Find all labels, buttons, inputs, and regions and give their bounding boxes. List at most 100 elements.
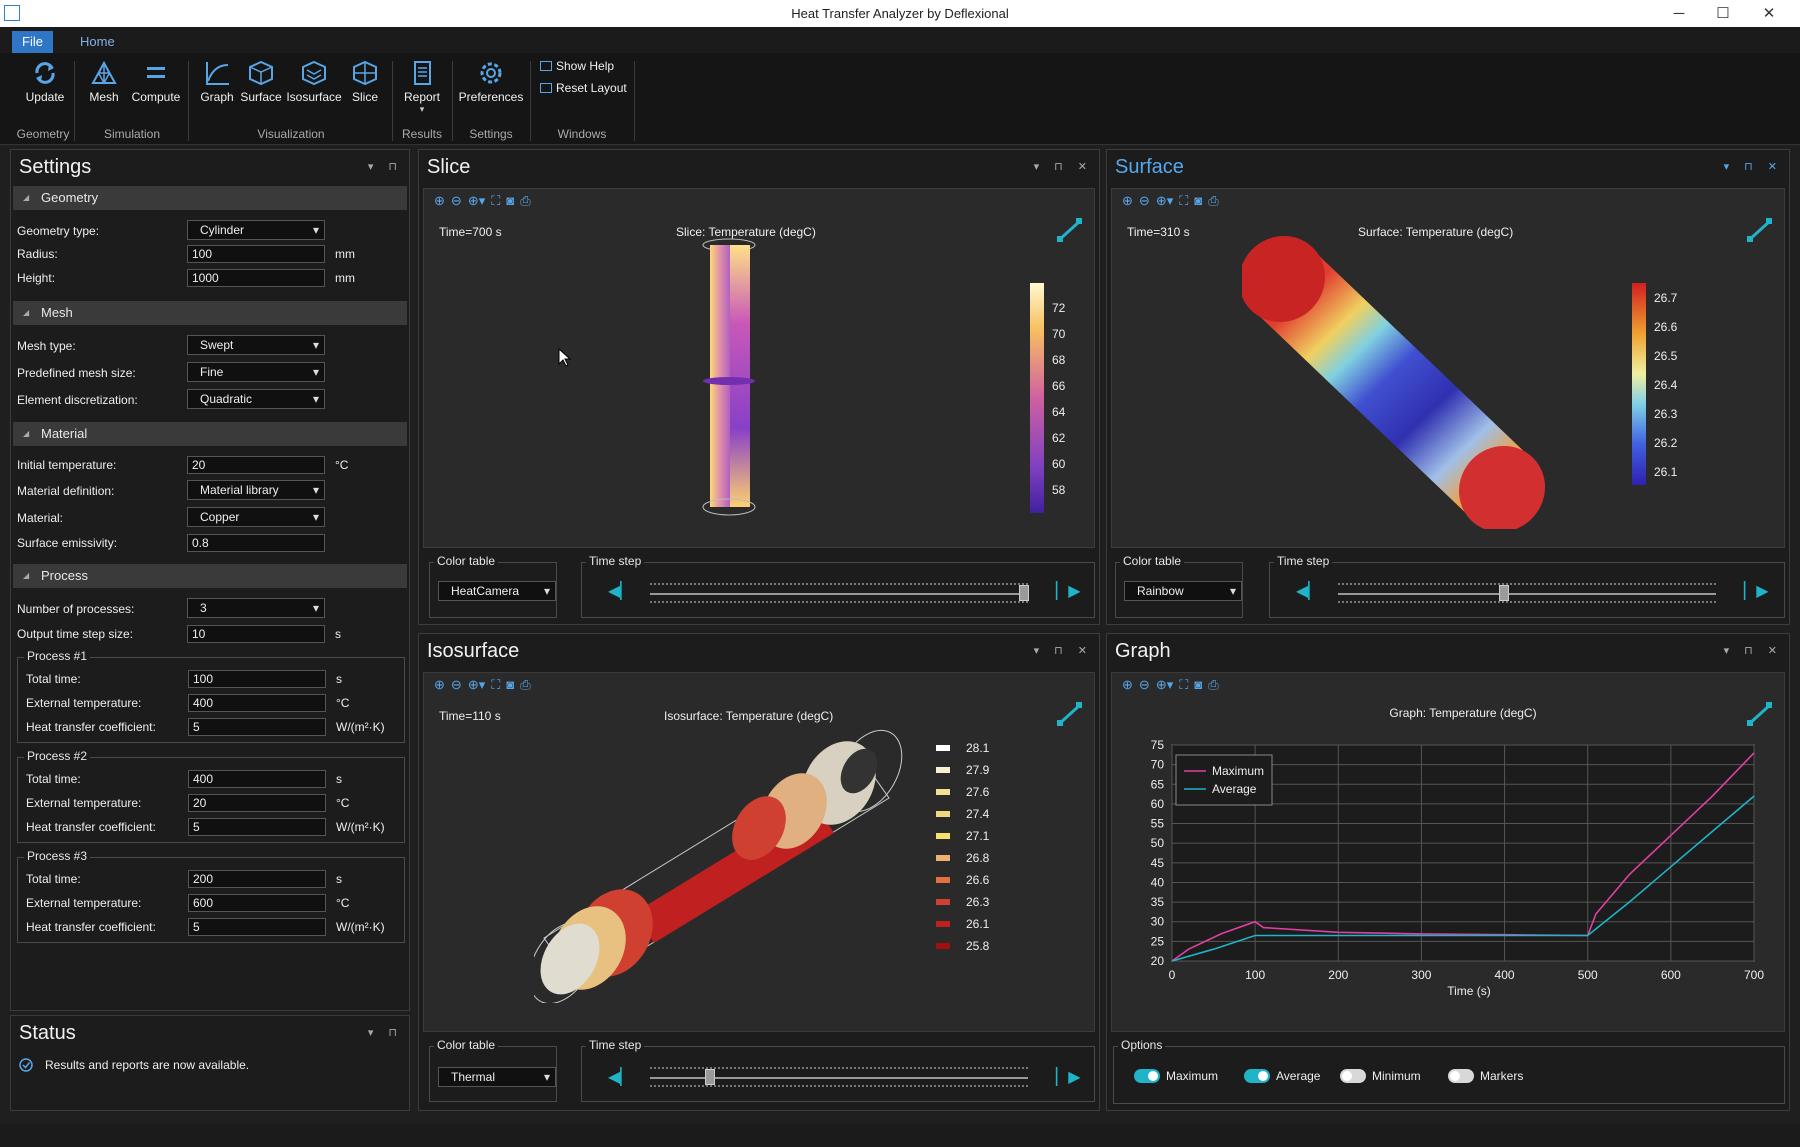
panel-controls[interactable]: ▾ ⊓ ✕ <box>1724 644 1783 657</box>
camera-icon[interactable]: ◙ <box>506 677 514 692</box>
toggle-average[interactable] <box>1244 1069 1270 1083</box>
isosurface-color-table-select[interactable]: Thermal <box>438 1067 556 1087</box>
toggle-maximum[interactable] <box>1134 1069 1160 1083</box>
print-icon[interactable]: ⎙ <box>1208 193 1218 209</box>
heat-transfer-coefficient-unit: W/(m²·K) <box>336 720 385 734</box>
slice-color-table-select[interactable]: HeatCamera <box>438 581 556 601</box>
total-time-input[interactable]: 100 <box>188 670 326 688</box>
panel-controls[interactable]: ▾ ⊓ ✕ <box>1724 160 1783 173</box>
print-icon[interactable]: ⎙ <box>520 677 530 693</box>
surface-slider-thumb[interactable] <box>1499 585 1510 601</box>
preferences-button[interactable]: Preferences <box>458 59 524 104</box>
toggle-markers[interactable] <box>1448 1069 1474 1083</box>
group-settings: Settings <box>469 127 513 141</box>
zoom-out-icon[interactable]: ⊖ <box>451 677 462 693</box>
graph-button[interactable]: Graph <box>198 59 236 104</box>
number-of-processes-label: Number of processes: <box>17 602 135 616</box>
isosurface-slider-thumb[interactable] <box>705 1069 716 1085</box>
legend-label: 26.8 <box>966 851 990 865</box>
output-time-step-input[interactable]: 10 <box>187 625 325 643</box>
element-discretization-select[interactable]: Quadratic <box>187 389 325 409</box>
minimize-button[interactable]: ─ <box>1656 0 1702 27</box>
update-button[interactable]: Update <box>22 59 68 104</box>
step-back-icon[interactable]: ◀▏ <box>608 581 633 601</box>
heat-transfer-coefficient-input[interactable]: 5 <box>188 718 326 736</box>
total-time-input[interactable]: 200 <box>188 870 326 888</box>
compute-button[interactable]: Compute <box>128 59 184 104</box>
zoom-extents-icon[interactable]: ⛶ <box>491 193 500 209</box>
chart-title: Graph: Temperature (degC) <box>1389 706 1536 720</box>
y-tick-label: 35 <box>1151 895 1165 909</box>
mesh-size-select[interactable]: Fine <box>187 362 325 382</box>
panel-controls[interactable]: ▾ ⊓ ✕ <box>1034 644 1093 657</box>
section-process[interactable]: Process <box>13 564 407 588</box>
play-icon[interactable]: ▏▶ <box>1056 581 1081 601</box>
height-input[interactable]: 1000 <box>187 269 325 287</box>
initial-temperature-input[interactable]: 20 <box>187 456 325 474</box>
external-temperature-input[interactable]: 20 <box>188 794 326 812</box>
graph-viewport[interactable]: ⊕ ⊖ ⊕▾ ⛶ ◙ ⎙ Graph: Temperature (degC) 0 100 200… <box>1111 672 1785 1032</box>
zoom-box-icon[interactable]: ⊕▾ <box>1156 193 1173 209</box>
heat-transfer-coefficient-input[interactable]: 5 <box>188 818 326 836</box>
surface-time-slider[interactable] <box>1338 593 1716 595</box>
panel-controls[interactable]: ▾ ⊓ <box>368 1026 403 1039</box>
material-select[interactable]: Copper <box>187 507 325 527</box>
zoom-out-icon[interactable]: ⊖ <box>451 193 462 209</box>
reset-layout-button[interactable]: Reset Layout <box>540 81 627 95</box>
process-2-group: Process #2 Total time: 400 s External te… <box>17 749 405 843</box>
zoom-in-icon[interactable]: ⊕ <box>434 677 445 693</box>
zoom-box-icon[interactable]: ⊕▾ <box>468 193 485 209</box>
number-of-processes-select[interactable]: 3 <box>187 598 325 618</box>
mesh-type-select[interactable]: Swept <box>187 335 325 355</box>
step-back-icon[interactable]: ◀▏ <box>1296 581 1321 601</box>
heat-transfer-coefficient-input[interactable]: 5 <box>188 918 326 936</box>
tab-home[interactable]: Home <box>70 31 125 53</box>
zoom-in-icon[interactable]: ⊕ <box>434 193 445 209</box>
zoom-extents-icon[interactable]: ⛶ <box>1179 193 1188 209</box>
surface-emissivity-input[interactable]: 0.8 <box>187 534 325 552</box>
process-1-title: Process #1 <box>24 649 91 663</box>
isosurface-button[interactable]: Isosurface <box>286 59 342 104</box>
zoom-out-icon[interactable]: ⊖ <box>1139 193 1150 209</box>
zoom-in-icon[interactable]: ⊕ <box>1122 193 1133 209</box>
total-time-input[interactable]: 400 <box>188 770 326 788</box>
show-help-button[interactable]: Show Help <box>540 59 614 73</box>
camera-icon[interactable]: ◙ <box>506 193 514 208</box>
slice-slider-thumb[interactable] <box>1019 585 1030 601</box>
axis-orientation-icon <box>1057 702 1082 726</box>
ribbon-separator <box>188 61 189 141</box>
panel-controls[interactable]: ▾ ⊓ ✕ <box>1034 160 1093 173</box>
geometry-type-select[interactable]: Cylinder <box>187 220 325 240</box>
isosurface-label: Isosurface <box>286 90 342 104</box>
slice-time-slider[interactable] <box>650 593 1028 595</box>
slice-button[interactable]: Slice <box>346 59 384 104</box>
section-material[interactable]: Material <box>13 422 407 446</box>
tab-file[interactable]: File <box>12 31 53 53</box>
mesh-button[interactable]: Mesh <box>82 59 126 104</box>
play-icon[interactable]: ▏▶ <box>1056 1067 1081 1087</box>
section-mesh[interactable]: Mesh <box>13 301 407 325</box>
zoom-extents-icon[interactable]: ⛶ <box>491 677 500 693</box>
step-back-icon[interactable]: ◀▏ <box>608 1067 633 1087</box>
option-label: Average <box>1276 1069 1321 1083</box>
camera-icon[interactable]: ◙ <box>1194 193 1202 208</box>
external-temperature-input[interactable]: 600 <box>188 894 326 912</box>
toggle-minimum[interactable] <box>1340 1069 1366 1083</box>
surface-button[interactable]: Surface <box>238 59 284 104</box>
panel-controls[interactable]: ▾ ⊓ <box>368 160 403 173</box>
isosurface-viewport[interactable]: ⊕ ⊖ ⊕▾ ⛶ ◙ ⎙ Time=110 s Isosurface: Temperatu… <box>423 672 1095 1032</box>
surface-color-table-select[interactable]: Rainbow <box>1124 581 1242 601</box>
maximize-button[interactable]: ☐ <box>1700 0 1746 27</box>
play-icon[interactable]: ▏▶ <box>1744 581 1769 601</box>
external-temperature-input[interactable]: 400 <box>188 694 326 712</box>
surface-viewport[interactable]: ⊕ ⊖ ⊕▾ ⛶ ◙ ⎙ Time=310 s Surface: Temperature … <box>1111 188 1785 548</box>
material-definition-select[interactable]: Material library <box>187 480 325 500</box>
slice-label: Slice <box>351 90 378 104</box>
print-icon[interactable]: ⎙ <box>520 193 530 209</box>
radius-input[interactable]: 100 <box>187 245 325 263</box>
section-geometry[interactable]: Geometry <box>13 186 407 210</box>
zoom-box-icon[interactable]: ⊕▾ <box>468 677 485 693</box>
report-button[interactable]: Report ▾ <box>400 59 444 115</box>
close-button[interactable]: ✕ <box>1746 0 1792 27</box>
slice-viewport[interactable]: ⊕ ⊖ ⊕▾ ⛶ ◙ ⎙ Time=700 s Slice: Temperature (d… <box>423 188 1095 548</box>
